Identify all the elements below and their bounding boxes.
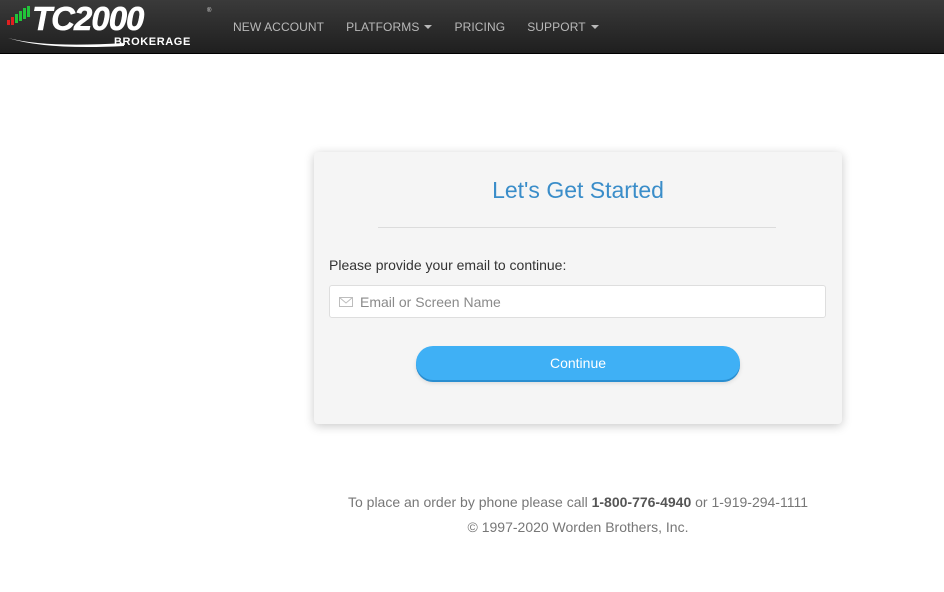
footer-phone-primary: 1-800-776-4940	[591, 494, 692, 510]
envelope-icon	[339, 296, 353, 307]
nav-pricing[interactable]: PRICING	[443, 0, 516, 54]
continue-button[interactable]: Continue	[416, 346, 740, 380]
footer-phone-line: To place an order by phone please call 1…	[0, 492, 944, 517]
footer: To place an order by phone please call 1…	[0, 492, 944, 542]
nav-label: SUPPORT	[527, 20, 586, 34]
top-navbar: TC2000 ® BROKERAGE NEW ACCOUNT PLATFORMS…	[0, 0, 944, 54]
tc2000-brokerage-logo[interactable]: TC2000 ® BROKERAGE	[6, 0, 212, 48]
footer-phone-secondary: 1-919-294-1111	[711, 494, 808, 510]
footer-phone-mid: or	[691, 494, 712, 510]
card-divider	[378, 227, 776, 228]
nav-platforms-dropdown[interactable]: PLATFORMS	[335, 0, 443, 54]
nav-new-account[interactable]: NEW ACCOUNT	[222, 0, 335, 54]
card-title: Let's Get Started	[492, 177, 664, 203]
email-prompt-label: Please provide your email to continue:	[329, 257, 567, 273]
logo-swoosh-icon	[8, 38, 124, 47]
email-field-container[interactable]	[329, 285, 826, 318]
email-input[interactable]	[360, 286, 825, 317]
main-nav: NEW ACCOUNT PLATFORMS PRICING SUPPORT	[222, 0, 610, 54]
nav-label: PLATFORMS	[346, 20, 420, 34]
caret-down-icon	[590, 25, 599, 29]
logo-wordmark: TC2000	[32, 0, 145, 37]
footer-copyright: © 1997-2020 Worden Brothers, Inc.	[467, 519, 689, 535]
logo-subtitle: BROKERAGE	[114, 36, 191, 48]
nav-label: PRICING	[454, 20, 506, 34]
logo-registered-mark: ®	[207, 8, 212, 14]
signin-card: Let's Get Started Please provide your em…	[314, 152, 842, 424]
nav-label: NEW ACCOUNT	[233, 20, 325, 34]
caret-down-icon	[424, 25, 433, 29]
nav-support-dropdown[interactable]: SUPPORT	[516, 0, 610, 54]
footer-phone-prefix: To place an order by phone please call	[347, 494, 592, 510]
